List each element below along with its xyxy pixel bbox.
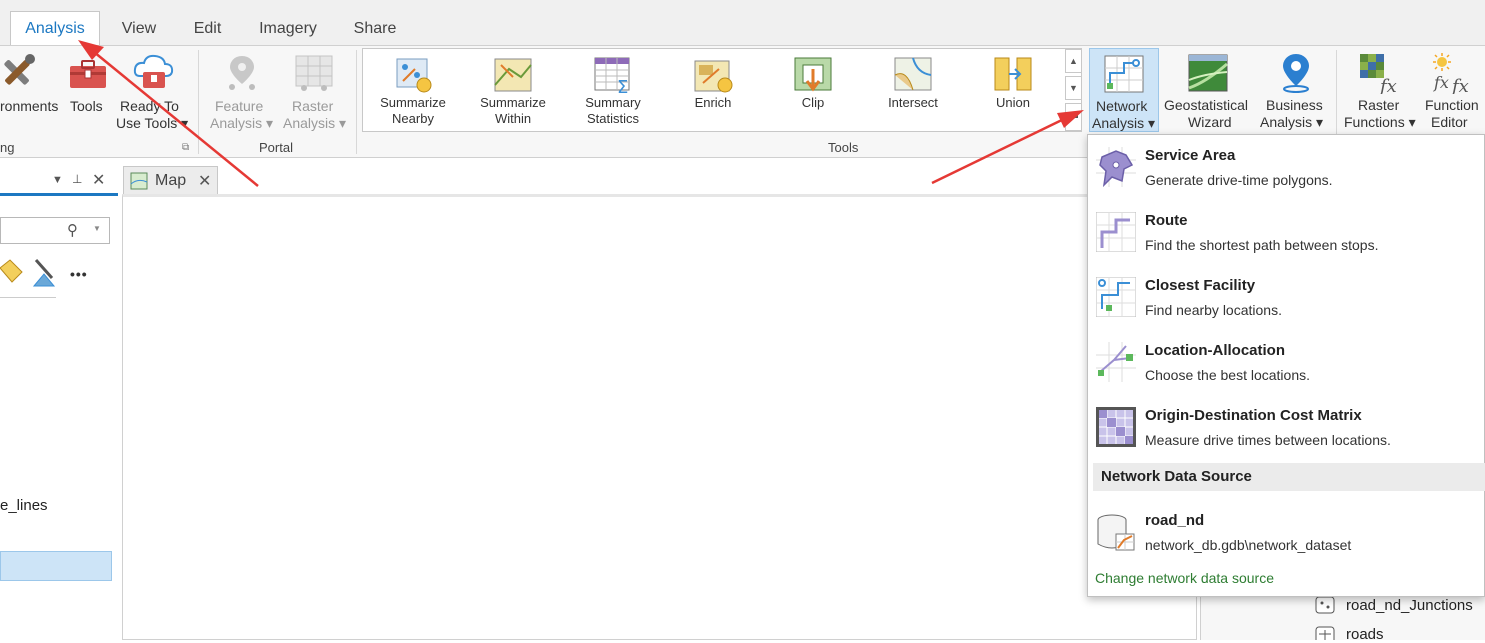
feature-analysis-icon (229, 56, 255, 90)
pin-icon[interactable]: ⊥ (72, 172, 82, 186)
function-editor-icon: fx fx (1433, 53, 1469, 94)
section-header-network-data-source: Network Data Source (1093, 463, 1485, 491)
tab-map[interactable]: Map ✕ (123, 166, 218, 194)
roads-layer-icon (1315, 626, 1335, 640)
od-cost-matrix-icon (1096, 407, 1136, 447)
chevron-down-icon[interactable]: ▼ (93, 224, 101, 233)
search-input[interactable]: ⚲ ▼ (0, 217, 110, 244)
network-analysis-icon (1104, 55, 1144, 93)
menu-item-location-allocation[interactable]: Location-Allocation Choose the best loca… (1088, 330, 1485, 392)
svg-text:Σ: Σ (617, 77, 628, 95)
raster-functions-icon: fx (1360, 54, 1397, 94)
svg-text:fx: fx (1378, 76, 1397, 94)
intersect-button[interactable]: Intersect (868, 55, 958, 129)
gallery-scroll-down-button[interactable]: ▼ (1065, 76, 1082, 100)
hammer-wrench-icon (4, 54, 35, 85)
summarize-within-icon (494, 58, 532, 92)
location-allocation-icon (1096, 342, 1136, 382)
summarize-within-button[interactable]: Summarize Within (468, 55, 558, 129)
menu-item-service-area[interactable]: Service Area Generate drive-time polygon… (1088, 135, 1485, 197)
tab-share[interactable]: Share (340, 12, 410, 45)
clip-icon (794, 57, 832, 92)
close-icon[interactable]: ✕ (198, 171, 211, 191)
service-area-icon (1096, 147, 1136, 187)
tab-analysis[interactable]: Analysis (10, 11, 100, 46)
map-pin-icon (1283, 54, 1309, 93)
gallery-expand-button[interactable]: ▬ (1065, 103, 1082, 131)
cloud-toolbox-icon (133, 54, 174, 88)
summarize-nearby-button[interactable]: Summarize Nearby (368, 55, 458, 129)
close-icon[interactable]: ✕ (92, 170, 105, 190)
geostatistical-wizard-button[interactable]: Geostatistical Wizard (1162, 48, 1254, 134)
raster-functions-button[interactable]: fx Raster Functions ▾ (1342, 48, 1420, 134)
tools-button[interactable]: Tools (64, 48, 112, 134)
edit-symbology-icon[interactable] (30, 258, 58, 288)
environments-button[interactable]: ronments (0, 48, 60, 134)
route-icon (1096, 212, 1136, 252)
menu-item-closest-facility[interactable]: Closest Facility Find nearby locations. (1088, 265, 1485, 327)
label-tag-icon[interactable] (0, 258, 24, 288)
geostatistical-wizard-icon (1188, 54, 1228, 92)
union-icon (994, 57, 1032, 91)
tools-gallery: Summarize Nearby Summarize Within Σ Summ… (362, 48, 1082, 132)
closest-facility-icon (1096, 277, 1136, 317)
separator (198, 50, 199, 154)
summary-statistics-button[interactable]: Σ Summary Statistics (568, 55, 658, 129)
more-options-icon[interactable]: ••• (70, 266, 88, 282)
summarize-nearby-icon (396, 58, 432, 93)
intersect-icon (894, 57, 932, 91)
menu-item-od-cost-matrix[interactable]: Origin-Destination Cost Matrix Measure d… (1088, 395, 1485, 457)
tree-item-roads[interactable]: roads (1346, 626, 1384, 643)
enrich-icon (694, 60, 733, 93)
network-analysis-button[interactable]: Network Analysis ▾ (1089, 48, 1159, 132)
ready-to-use-tools-button[interactable]: Ready To Use Tools ▾ (114, 48, 194, 134)
network-dataset-icon (1097, 514, 1135, 551)
map-icon (130, 172, 148, 190)
union-button[interactable]: Union (968, 55, 1058, 129)
map-view[interactable] (122, 194, 1197, 640)
search-icon: ⚲ (67, 222, 78, 239)
menu-item-road-nd[interactable]: road_nd network_db.gdb\network_dataset (1088, 500, 1485, 562)
menu-item-route[interactable]: Route Find the shortest path between sto… (1088, 200, 1485, 262)
svg-text:fx: fx (1433, 73, 1449, 92)
function-editor-button[interactable]: fx fx Function Editor (1422, 48, 1485, 134)
tree-item-lines[interactable]: e_lines (0, 497, 48, 514)
separator (0, 297, 56, 298)
junctions-layer-icon (1315, 596, 1335, 614)
tab-view[interactable]: View (110, 12, 168, 45)
feature-analysis-button[interactable]: Feature Analysis ▾ (206, 48, 276, 134)
pane-options-icon[interactable]: ▼ (52, 174, 63, 186)
ribbon-tab-bar: Analysis View Edit Imagery Share (0, 0, 1485, 46)
network-analysis-menu: Service Area Generate drive-time polygon… (1087, 134, 1485, 597)
pane-header: ▼ ⊥ ✕ (0, 168, 118, 196)
tab-imagery[interactable]: Imagery (248, 12, 328, 45)
dialog-launcher-icon[interactable]: ⧉ (182, 142, 189, 153)
svg-text:fx: fx (1450, 76, 1469, 94)
tree-item-selected[interactable] (0, 551, 112, 581)
tree-item-junctions[interactable]: road_nd_Junctions (1346, 597, 1473, 614)
separator (356, 50, 357, 154)
gallery-scroll-up-button[interactable]: ▲ (1065, 49, 1082, 73)
clip-button[interactable]: Clip (768, 55, 858, 129)
summary-statistics-icon: Σ (594, 57, 630, 95)
enrich-button[interactable]: Enrich (668, 55, 758, 129)
tab-edit[interactable]: Edit (180, 12, 235, 45)
toolbox-icon (70, 60, 106, 88)
business-analysis-button[interactable]: Business Analysis ▾ (1258, 48, 1330, 134)
raster-analysis-icon (295, 55, 333, 91)
change-network-data-source-link[interactable]: Change network data source (1095, 570, 1274, 586)
raster-analysis-button[interactable]: Raster Analysis ▾ (280, 48, 350, 134)
